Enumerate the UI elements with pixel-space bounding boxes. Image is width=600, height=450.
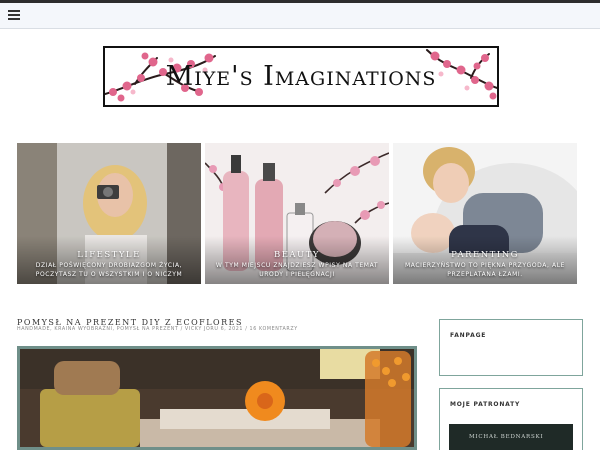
category-description: W TYM MIEJSCU ZNAJDZIESZ WPISY NA TEMAT … [215,262,379,278]
category-title: BEAUTY [273,250,321,260]
category-tile-parenting[interactable]: PARENTING MACIERZYŃSTWO TO PIĘKNA PRZYGO… [393,143,577,284]
category-tile-beauty[interactable]: BEAUTY W TYM MIEJSCU ZNAJDZIESZ WPISY NA… [205,143,389,284]
widget-title: FANPAGE [450,332,487,339]
post-featured-image[interactable] [17,346,417,450]
site-logo-banner[interactable]: Miye's Imaginations [103,46,499,107]
category-title: PARENTING [451,250,519,260]
post-photo [20,349,414,447]
category-description: MACIERZYŃSTWO TO PIĘKNA PRZYGODA, ALE PR… [404,262,566,278]
category-title: LIFESTYLE [77,250,141,260]
post-meta: HANDMADE, KRAINA WYOBRAŹNI, POMYSŁ NA PR… [17,327,298,332]
patron-name: MICHAŁ BEDNARSKI [469,434,544,440]
site-logo-text: Miye's Imaginations [165,61,437,92]
widget-fanpage: FANPAGE [439,319,583,376]
widget-title: MOJE PATRONATY [450,401,521,408]
hamburger-menu-icon[interactable] [8,10,20,21]
widget-patronaty: MOJE PATRONATY MICHAŁ BEDNARSKI [439,388,583,450]
post-title[interactable]: POMYSŁ NA PREZENT DIY Z ECOFLORES [17,318,243,327]
menu-bar [0,3,600,29]
category-tile-lifestyle[interactable]: LIFESTYLE DZIAŁ POŚWIĘCONY DROBIAZGOM ŻY… [17,143,201,284]
patron-book-image[interactable]: MICHAŁ BEDNARSKI [449,424,573,450]
category-description: DZIAŁ POŚWIĘCONY DROBIAZGOM ŻYCIA, POCZY… [35,262,183,278]
